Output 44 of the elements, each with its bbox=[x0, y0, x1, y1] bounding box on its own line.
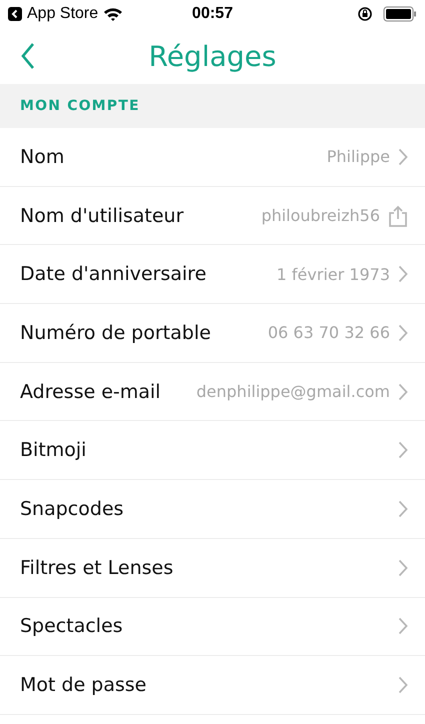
chevron-icon bbox=[398, 441, 408, 460]
row-label: Nom bbox=[20, 146, 64, 168]
chevron-icon bbox=[398, 324, 408, 342]
row-value: philoubreizh56 bbox=[261, 206, 380, 226]
status-time: 00:57 bbox=[192, 5, 233, 23]
battery-icon bbox=[383, 6, 418, 22]
row-label: Mot de passe bbox=[20, 674, 146, 696]
chevron-icon bbox=[398, 676, 408, 694]
chevron-icon bbox=[398, 382, 408, 401]
row-value: 06 63 70 32 66 bbox=[268, 323, 390, 342]
row-label: Numéro de portable bbox=[20, 322, 211, 344]
section-title: MON COMPTE bbox=[20, 98, 140, 114]
settings-row[interactable]: Mot de passe bbox=[0, 656, 425, 715]
wifi-icon bbox=[103, 7, 124, 21]
back-app-link[interactable]: App Store bbox=[27, 5, 98, 23]
row-label: Nom d'utilisateur bbox=[20, 204, 184, 227]
share-icon[interactable] bbox=[388, 204, 408, 227]
page-title: Réglages bbox=[148, 40, 276, 72]
chevron-icon bbox=[398, 265, 408, 284]
settings-row[interactable]: Bitmoji bbox=[0, 421, 425, 480]
row-value: 1 février 1973 bbox=[276, 264, 390, 284]
settings-row[interactable]: Adresse e-mail denphilippe@gmail.com bbox=[0, 362, 425, 422]
chevron-icon bbox=[398, 148, 408, 166]
back-app-icon[interactable] bbox=[8, 7, 22, 21]
settings-row[interactable]: Spectacles bbox=[0, 598, 425, 656]
row-value: Philippe bbox=[326, 147, 390, 166]
settings-row[interactable]: Date d'anniversaire 1 février 1973 bbox=[0, 245, 425, 304]
settings-row[interactable]: Snapcodes bbox=[0, 480, 425, 539]
row-label: Bitmoji bbox=[20, 439, 86, 462]
row-label: Adresse e-mail bbox=[20, 380, 161, 403]
back-icon[interactable] bbox=[20, 42, 36, 70]
row-value: denphilippe@gmail.com bbox=[196, 382, 390, 402]
row-label: Date d'anniversaire bbox=[20, 263, 206, 286]
chevron-icon bbox=[398, 500, 408, 518]
row-label: Spectacles bbox=[20, 615, 123, 638]
rotation-lock-icon bbox=[357, 6, 374, 22]
settings-row[interactable]: Nom d'utilisateur philoubreizh56 bbox=[0, 186, 425, 246]
row-label: Filtres et Lenses bbox=[20, 556, 174, 579]
chevron-icon bbox=[398, 558, 408, 577]
settings-row[interactable]: Filtres et Lenses bbox=[0, 538, 425, 598]
row-label: Snapcodes bbox=[20, 498, 124, 520]
settings-row[interactable]: Numéro de portable 06 63 70 32 66 bbox=[0, 304, 425, 363]
settings-row[interactable]: Nom Philippe bbox=[0, 128, 425, 187]
chevron-icon bbox=[398, 617, 408, 636]
